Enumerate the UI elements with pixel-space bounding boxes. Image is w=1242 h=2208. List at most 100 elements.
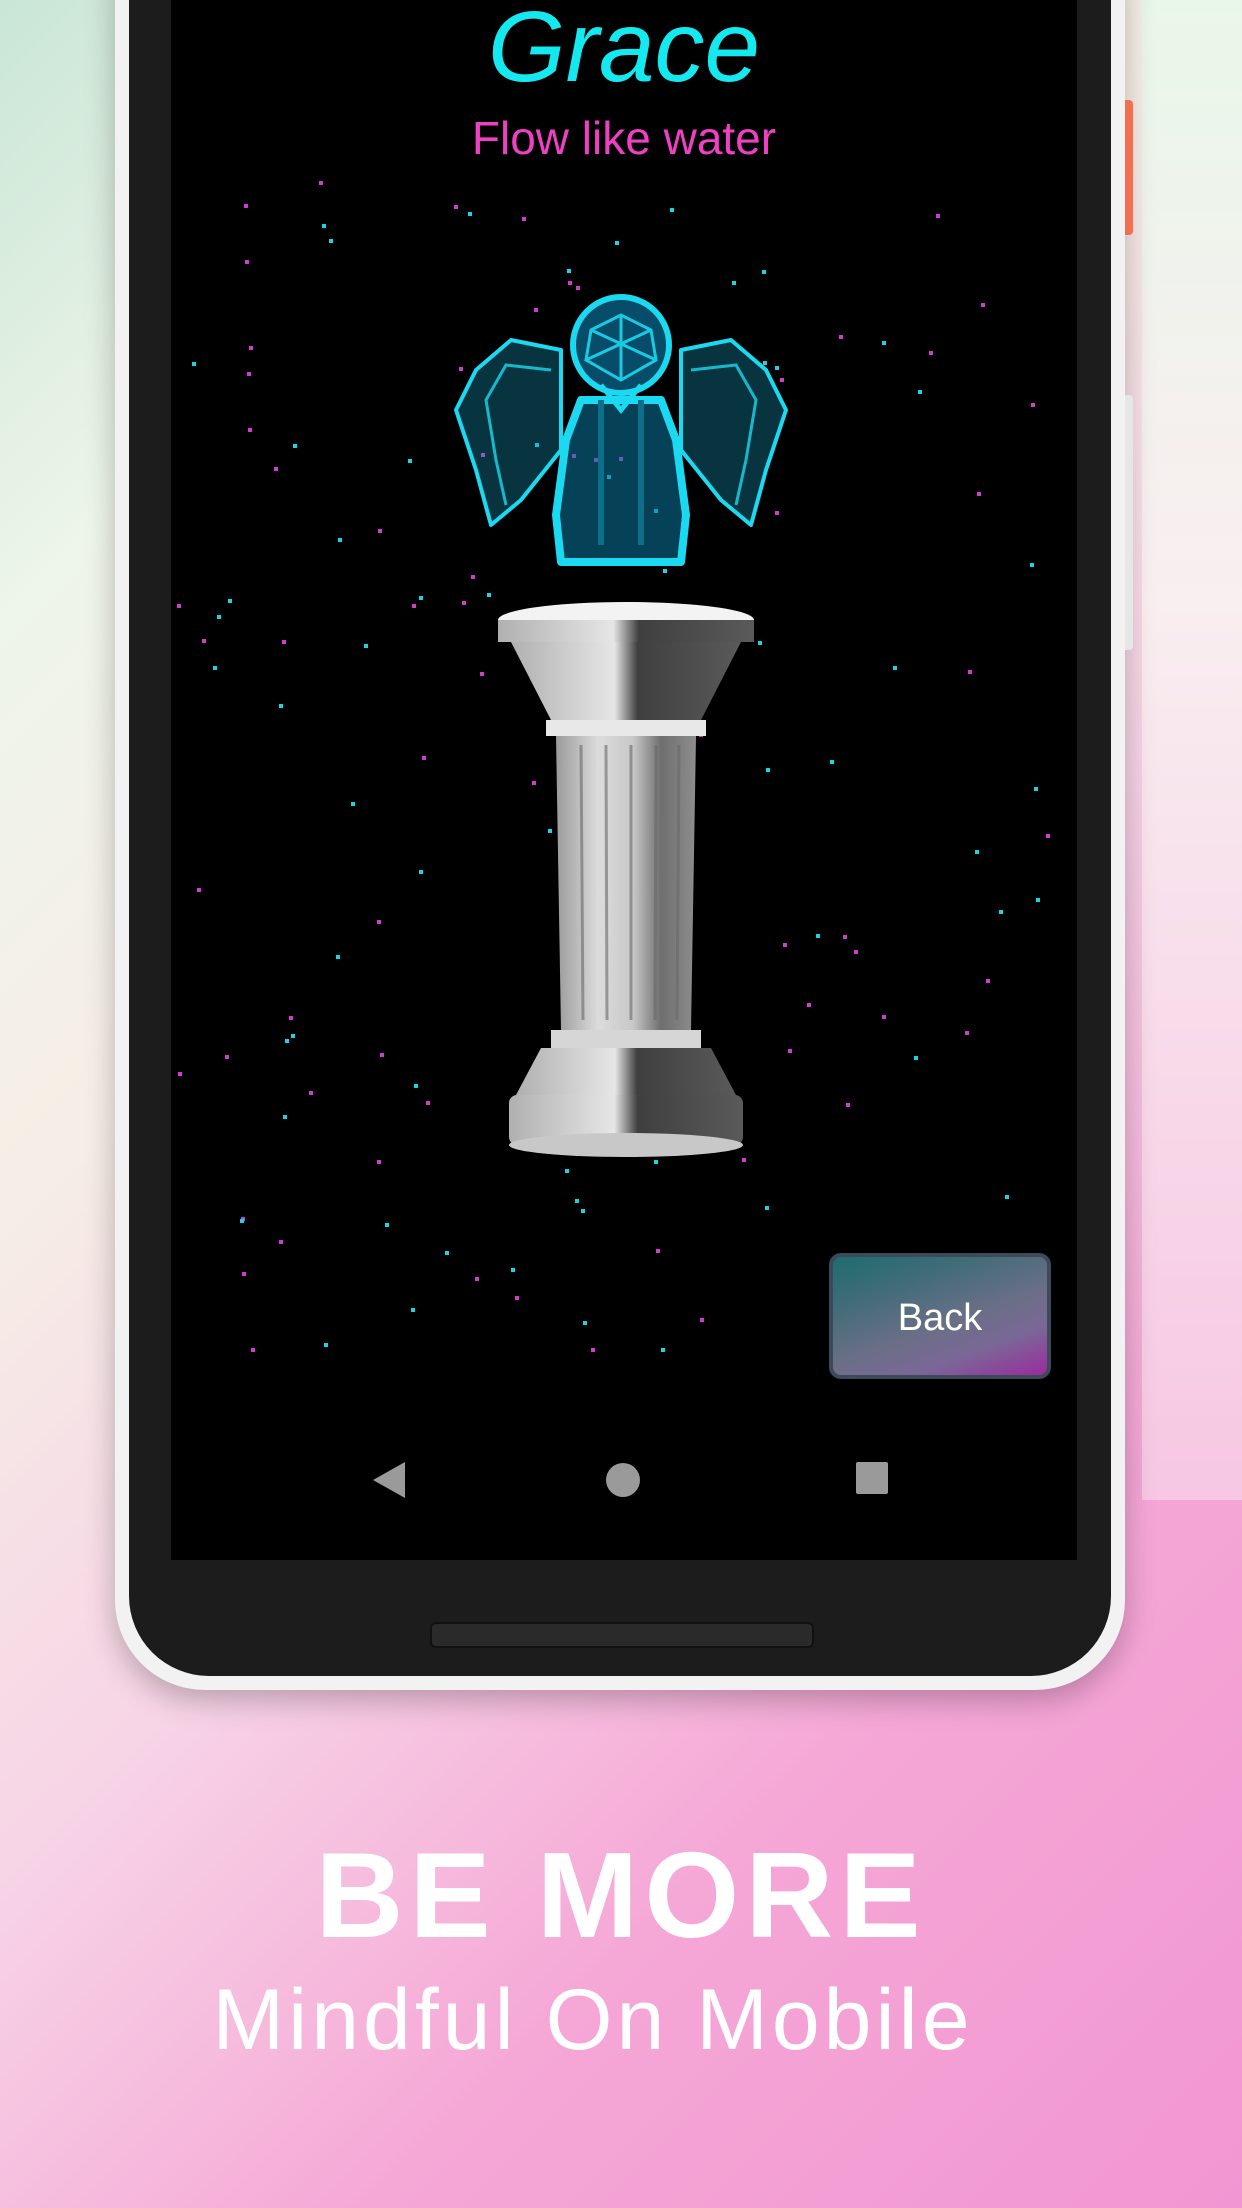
star xyxy=(661,1348,665,1352)
star xyxy=(522,217,526,221)
star xyxy=(475,1277,479,1281)
star xyxy=(324,1343,328,1347)
star xyxy=(583,1321,587,1325)
star xyxy=(999,910,1003,914)
star xyxy=(854,950,858,954)
star xyxy=(336,955,340,959)
page-background-accent xyxy=(1142,0,1242,1500)
star xyxy=(192,362,196,366)
star xyxy=(247,372,251,376)
star xyxy=(274,467,278,471)
promo-tagline: Mindful On Mobile xyxy=(212,1972,974,2068)
star xyxy=(846,1103,850,1107)
page-subtitle: Flow like water xyxy=(471,112,777,164)
star xyxy=(282,640,286,644)
star xyxy=(575,1199,579,1203)
star xyxy=(656,1249,660,1253)
star xyxy=(422,756,426,760)
star xyxy=(454,205,458,209)
nav-back-icon[interactable] xyxy=(371,1460,407,1500)
promo-headline: BE MORE xyxy=(315,1827,927,1963)
star xyxy=(929,351,933,355)
star xyxy=(843,935,847,939)
star xyxy=(279,704,283,708)
star xyxy=(732,281,736,285)
star xyxy=(249,346,253,350)
star xyxy=(765,1206,769,1210)
star xyxy=(283,1115,287,1119)
star xyxy=(445,1251,449,1255)
star xyxy=(670,208,674,212)
star xyxy=(225,1055,229,1059)
star xyxy=(377,1160,381,1164)
star xyxy=(981,303,985,307)
star xyxy=(364,644,368,648)
pillar-pedestal-icon xyxy=(498,602,754,1157)
star xyxy=(419,870,423,874)
star xyxy=(1046,834,1050,838)
star xyxy=(279,1240,283,1244)
speaker-grille xyxy=(430,1622,814,1648)
star xyxy=(975,850,979,854)
star xyxy=(242,1272,246,1276)
star xyxy=(1005,1195,1009,1199)
star xyxy=(581,1209,585,1213)
star xyxy=(567,269,571,273)
star xyxy=(202,639,206,643)
star xyxy=(511,1268,515,1272)
star xyxy=(591,1348,595,1352)
nav-recents-icon[interactable] xyxy=(856,1462,888,1494)
star xyxy=(788,1049,792,1053)
star xyxy=(816,934,820,938)
star xyxy=(893,666,897,670)
star xyxy=(177,604,181,608)
star xyxy=(380,1053,384,1057)
star xyxy=(378,529,382,533)
star xyxy=(329,239,333,243)
star xyxy=(251,1348,255,1352)
star xyxy=(414,1084,418,1088)
star xyxy=(766,768,770,772)
star xyxy=(351,802,355,806)
star xyxy=(309,1091,313,1095)
star xyxy=(783,943,787,947)
star xyxy=(1034,787,1038,791)
star xyxy=(918,390,922,394)
star xyxy=(462,601,466,605)
volume-button xyxy=(1125,395,1133,650)
star xyxy=(480,672,484,676)
phone-screen: Grace Flow like water Back xyxy=(171,0,1077,1560)
star xyxy=(1031,403,1035,407)
star xyxy=(839,335,843,339)
star xyxy=(240,1219,244,1223)
star xyxy=(245,260,249,264)
star xyxy=(830,760,834,764)
star xyxy=(968,670,972,674)
star xyxy=(338,538,342,542)
star xyxy=(762,270,766,274)
star xyxy=(615,241,619,245)
star xyxy=(412,604,416,608)
star xyxy=(1030,563,1034,567)
power-button xyxy=(1125,100,1133,235)
nav-home-icon[interactable] xyxy=(606,1463,640,1497)
angel-statue-icon xyxy=(454,294,788,566)
star xyxy=(228,599,232,603)
star xyxy=(385,1223,389,1227)
star xyxy=(293,444,297,448)
star xyxy=(807,1003,811,1007)
back-button-label: Back xyxy=(897,1297,983,1339)
star xyxy=(285,1039,289,1043)
star xyxy=(419,596,423,600)
star xyxy=(568,281,572,285)
star xyxy=(965,1031,969,1035)
star xyxy=(411,1308,415,1312)
star xyxy=(468,212,472,216)
star xyxy=(408,459,412,463)
star xyxy=(426,1101,430,1105)
star xyxy=(936,214,940,218)
back-button[interactable]: Back xyxy=(829,1253,1051,1379)
star xyxy=(217,615,221,619)
star xyxy=(515,1296,519,1300)
star xyxy=(322,224,326,228)
